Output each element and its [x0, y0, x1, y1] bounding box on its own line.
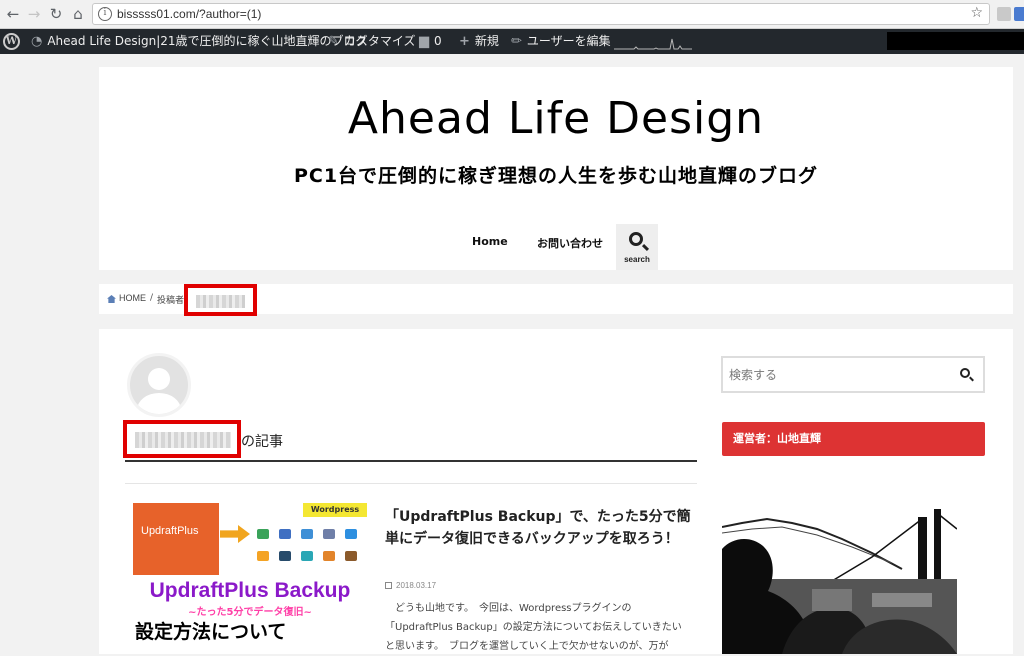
main-content: の記事 UpdraftPlus Wordpress UpdraftPlus Ba…: [99, 329, 1013, 654]
post-thumbnail[interactable]: UpdraftPlus Wordpress UpdraftPlus Backup…: [133, 503, 367, 643]
post-title[interactable]: 「UpdraftPlus Backup」で、たった5分で簡単にデータ復旧できるバ…: [385, 506, 693, 550]
breadcrumb-separator: /: [150, 293, 154, 303]
ftp-icon: [279, 529, 291, 539]
mail-icon: [257, 551, 269, 561]
storage-icon: [323, 551, 335, 561]
site-header: Ahead Life Design PC1台で圧倒的に稼ぎ理想の人生を歩む山地直…: [99, 67, 1013, 270]
post-excerpt: どうも山地です。 今回は、Wordpressプラグインの「UpdraftPlus…: [385, 603, 682, 652]
post-date: 2018.03.17: [385, 581, 436, 590]
arrow-icon: [220, 525, 250, 543]
thumbnail-caption: 設定方法について: [135, 621, 287, 643]
blurred-author-name: [135, 432, 231, 448]
nav-contact[interactable]: お問い合わせ: [537, 235, 603, 251]
brush-icon: ✎: [328, 34, 339, 49]
wordpress-logo-icon[interactable]: W: [3, 33, 20, 50]
pencil-icon: ✏: [511, 34, 522, 49]
search-icon: [629, 232, 643, 246]
site-tagline: PC1台で圧倒的に稼ぎ理想の人生を歩む山地直輝のブログ: [293, 165, 819, 187]
dashboard-icon: ◔: [31, 34, 43, 49]
stats-sparkline[interactable]: [614, 37, 692, 51]
wp-admin-bar: W ◔ Ahead Life Design|21歳で圧倒的に稼ぐ山地直輝のブログ …: [0, 29, 1024, 54]
admin-bar-edit-user[interactable]: ✏ ユーザーを編集: [511, 29, 611, 54]
admin-bar-comments[interactable]: ▆ 0: [419, 29, 442, 54]
plus-icon: +: [459, 34, 470, 49]
dropbox-icon: [301, 529, 313, 539]
updraftplus-logo: UpdraftPlus: [141, 525, 199, 537]
url-text[interactable]: bisssss01.com/?author=(1): [117, 7, 261, 21]
search-label: search: [624, 255, 650, 264]
author-avatar: [127, 353, 191, 417]
admin-bar-customize[interactable]: ✎ カスタマイズ: [328, 29, 416, 54]
clock-icon: [385, 582, 392, 589]
author-profile-photo: [722, 509, 957, 654]
redaction-highlight: [184, 284, 257, 316]
archive-icon: [345, 551, 357, 561]
thumbnail-subtitle: ~たった5分でデータ復旧~: [188, 607, 312, 618]
extension-icon[interactable]: [997, 7, 1011, 21]
divider: [125, 460, 697, 462]
thumbnail-orange-block: UpdraftPlus: [133, 503, 219, 575]
avatar-body: [137, 393, 181, 414]
thumbnail-banner: UpdraftPlus Wordpress: [133, 503, 367, 575]
breadcrumb-home[interactable]: HOME: [119, 293, 146, 303]
address-bar[interactable]: i bisssss01.com/?author=(1) ☆: [92, 3, 990, 25]
extension-icon[interactable]: [1014, 7, 1024, 21]
back-arrow-icon[interactable]: ←: [3, 4, 23, 24]
forward-arrow-icon[interactable]: →: [24, 4, 44, 24]
reload-icon[interactable]: ↻: [46, 4, 66, 24]
comment-icon: ▆: [419, 34, 429, 49]
archive-title-suffix: の記事: [241, 434, 283, 450]
search-input[interactable]: [723, 358, 943, 391]
avatar-head: [148, 368, 170, 390]
drive-icon: [257, 529, 269, 539]
nav-home[interactable]: Home: [472, 235, 508, 248]
redaction-highlight: [123, 420, 241, 458]
sidebar-search: [721, 356, 985, 393]
home-icon[interactable]: ⌂: [68, 4, 88, 24]
breadcrumb-author-label: 投稿者: [157, 296, 185, 306]
info-icon[interactable]: i: [98, 7, 112, 21]
thumbnail-title: UpdraftPlus Backup: [149, 579, 351, 602]
divider: [125, 483, 697, 484]
site-title[interactable]: Ahead Life Design: [99, 93, 1013, 144]
redacted-account-area: [887, 32, 1024, 50]
home-icon: [107, 295, 116, 303]
sidebar-widget-title: 運営者：山地直輝: [722, 422, 985, 456]
nav-search-button[interactable]: search: [616, 224, 658, 270]
wordpress-badge: Wordpress: [303, 503, 367, 517]
blurred-author-name: [196, 295, 245, 308]
cloud-icon: [345, 529, 357, 539]
shield-icon: [279, 551, 291, 561]
search-icon[interactable]: [960, 368, 970, 378]
server-icon: [301, 551, 313, 561]
browser-toolbar: ← → ↻ ⌂ i bisssss01.com/?author=(1) ☆: [0, 0, 1024, 29]
admin-bar-site-name[interactable]: ◔ Ahead Life Design|21歳で圧倒的に稼ぐ山地直輝のブログ: [31, 29, 368, 54]
cloud-icon: [323, 529, 335, 539]
admin-bar-new[interactable]: + 新規: [459, 29, 499, 54]
bookmark-star-icon[interactable]: ☆: [970, 5, 983, 21]
